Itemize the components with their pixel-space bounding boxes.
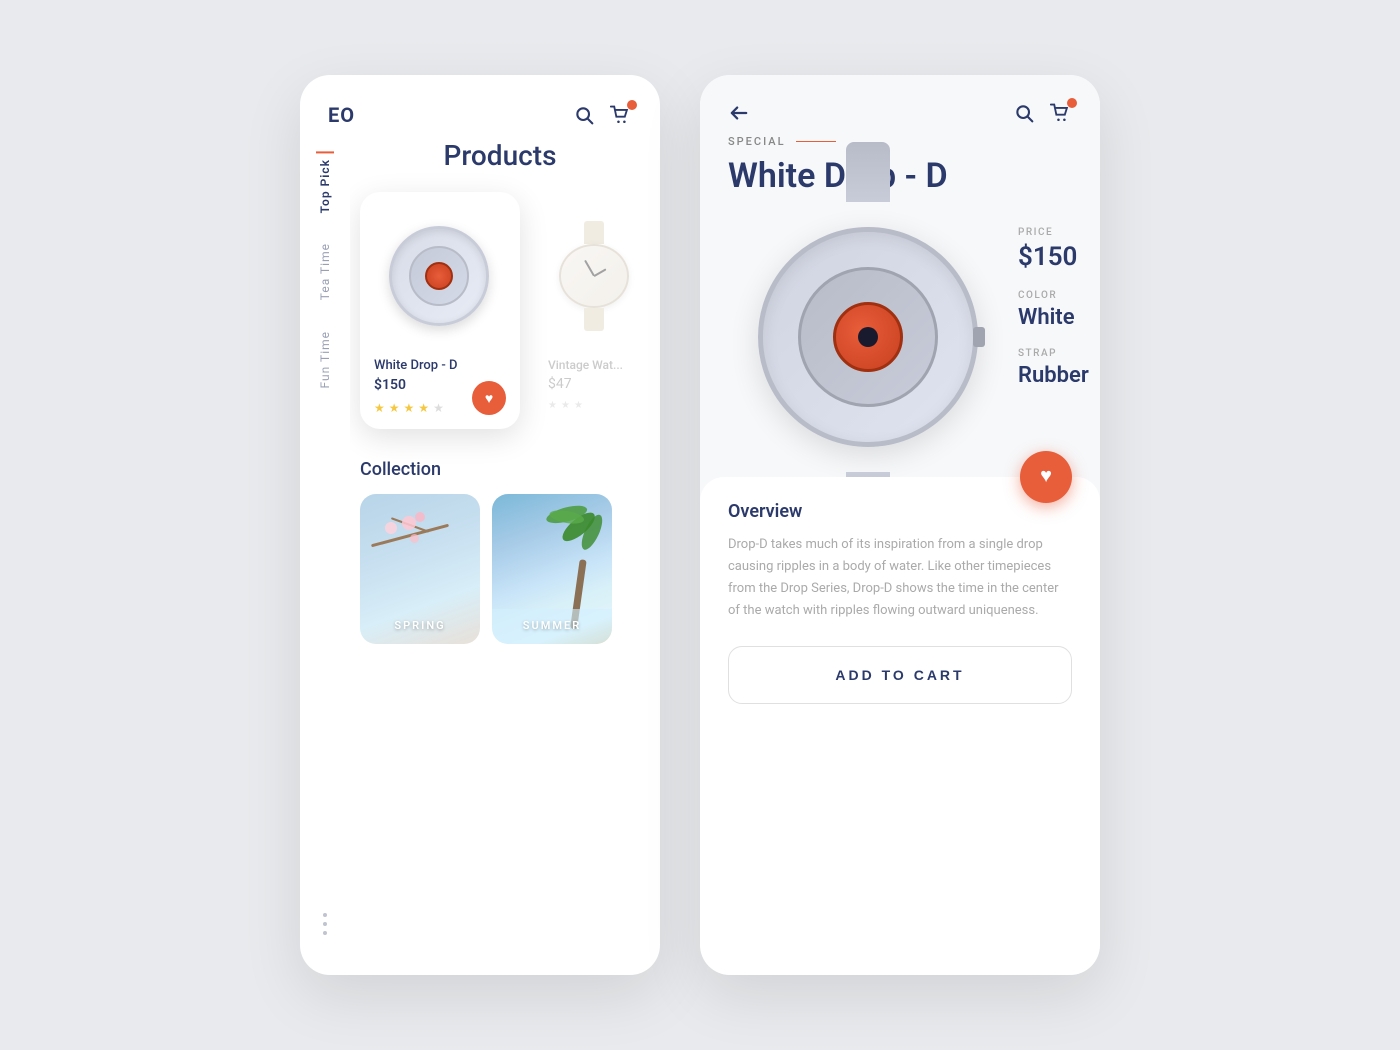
product-details: PRICE $150 COLOR White STRAP Rubber	[1008, 197, 1089, 477]
sidebar-item-tea-time[interactable]: Tea Time	[318, 243, 332, 300]
wishlist-fab[interactable]: ♥	[1020, 451, 1072, 503]
right-header-icons	[1014, 103, 1072, 123]
dot-3	[323, 931, 327, 935]
special-label-row: SPECIAL	[728, 135, 1072, 148]
vintage-face	[559, 244, 629, 308]
sidebar: Top Pick Tea Time Fun Time	[300, 139, 350, 975]
summer-label: SUMMER	[492, 619, 612, 632]
overview-text: Drop-D takes much of its inspiration fro…	[728, 534, 1072, 622]
search-button[interactable]	[574, 105, 594, 125]
star-v2: ★	[561, 400, 570, 411]
big-watch-clasp	[973, 327, 985, 347]
product-top-section: SPECIAL White Drop - D	[700, 135, 1100, 197]
product-name-2: Vintage Wat...	[548, 358, 640, 372]
wishlist-button-1[interactable]: ♥	[472, 381, 506, 415]
big-watch-mid	[798, 267, 938, 407]
big-watch-center	[858, 327, 878, 347]
product-title: White Drop - D	[728, 156, 1072, 197]
collection-row: SPRING SUMMER	[360, 494, 640, 644]
left-panel: EO Top Pick	[300, 75, 660, 975]
color-value: White	[1018, 305, 1089, 330]
watch-face-mid	[409, 246, 469, 306]
price-label: PRICE	[1018, 227, 1089, 238]
collection-title: Collection	[360, 459, 640, 480]
color-detail: COLOR White	[1018, 290, 1089, 330]
sidebar-item-fun-time[interactable]: Fun Time	[318, 331, 332, 388]
right-search-icon	[1014, 103, 1034, 123]
dot-1	[323, 913, 327, 917]
collection-card-spring[interactable]: SPRING	[360, 494, 480, 644]
right-cart-badge	[1067, 98, 1077, 108]
star-1: ★	[374, 401, 385, 415]
strap-label: STRAP	[1018, 348, 1089, 359]
product-price-2: $47	[548, 376, 640, 392]
big-watch-display	[728, 197, 1008, 477]
watch-vintage	[554, 221, 634, 331]
right-search-button[interactable]	[1014, 103, 1034, 123]
watch-face-inner	[425, 262, 453, 290]
big-watch-outer	[758, 227, 978, 447]
star-3: ★	[404, 401, 415, 415]
products-title: Products	[360, 139, 640, 172]
big-strap-top	[846, 142, 890, 202]
sidebar-item-top-pick[interactable]: Top Pick	[318, 159, 332, 213]
back-button[interactable]	[728, 104, 750, 122]
search-icon	[574, 105, 594, 125]
bottom-section: Overview Drop-D takes much of its inspir…	[700, 477, 1100, 975]
price-detail: PRICE $150	[1018, 227, 1089, 272]
strap-detail: STRAP Rubber	[1018, 348, 1089, 388]
spring-label: SPRING	[360, 619, 480, 632]
right-cart-button[interactable]	[1050, 103, 1072, 123]
left-body: Top Pick Tea Time Fun Time Products	[300, 139, 660, 975]
right-panel: SPECIAL White Drop - D	[700, 75, 1100, 975]
product-card-1[interactable]: White Drop - D $150 ★ ★ ★ ★ ★ ♥	[360, 192, 520, 429]
sidebar-dots	[323, 913, 327, 935]
overview-title: Overview	[728, 501, 1072, 522]
price-value: $150	[1018, 242, 1089, 272]
collection-card-summer[interactable]: SUMMER	[492, 494, 612, 644]
star-5: ★	[433, 401, 444, 415]
vintage-strap-bottom	[584, 308, 604, 331]
left-header: EO	[300, 75, 660, 139]
cart-badge	[627, 100, 637, 110]
big-watch-inner	[833, 302, 903, 372]
color-label: COLOR	[1018, 290, 1089, 301]
star-v1: ★	[548, 400, 557, 411]
main-content: Products	[350, 139, 660, 975]
products-row: White Drop - D $150 ★ ★ ★ ★ ★ ♥	[360, 192, 640, 429]
product-name-1: White Drop - D	[374, 358, 506, 373]
star-4: ★	[418, 401, 429, 415]
special-text: SPECIAL	[728, 135, 786, 148]
stars-row-2: ★ ★ ★	[548, 400, 640, 411]
add-to-cart-button[interactable]: ADD TO CART	[728, 646, 1072, 704]
cart-button[interactable]	[610, 105, 632, 125]
watch-image-1	[374, 206, 504, 346]
star-2: ★	[389, 401, 400, 415]
right-header	[700, 75, 1100, 135]
watch-face-outer	[389, 226, 489, 326]
logo: EO	[328, 103, 355, 127]
header-icons	[574, 105, 632, 125]
star-v3: ★	[574, 400, 583, 411]
dot-2	[323, 922, 327, 926]
product-card-2[interactable]: Vintage Wat... $47 ★ ★ ★	[534, 192, 654, 429]
vintage-strap-top	[584, 221, 604, 244]
back-arrow-icon	[728, 104, 750, 122]
strap-value: Rubber	[1018, 363, 1089, 388]
special-line	[796, 141, 836, 143]
